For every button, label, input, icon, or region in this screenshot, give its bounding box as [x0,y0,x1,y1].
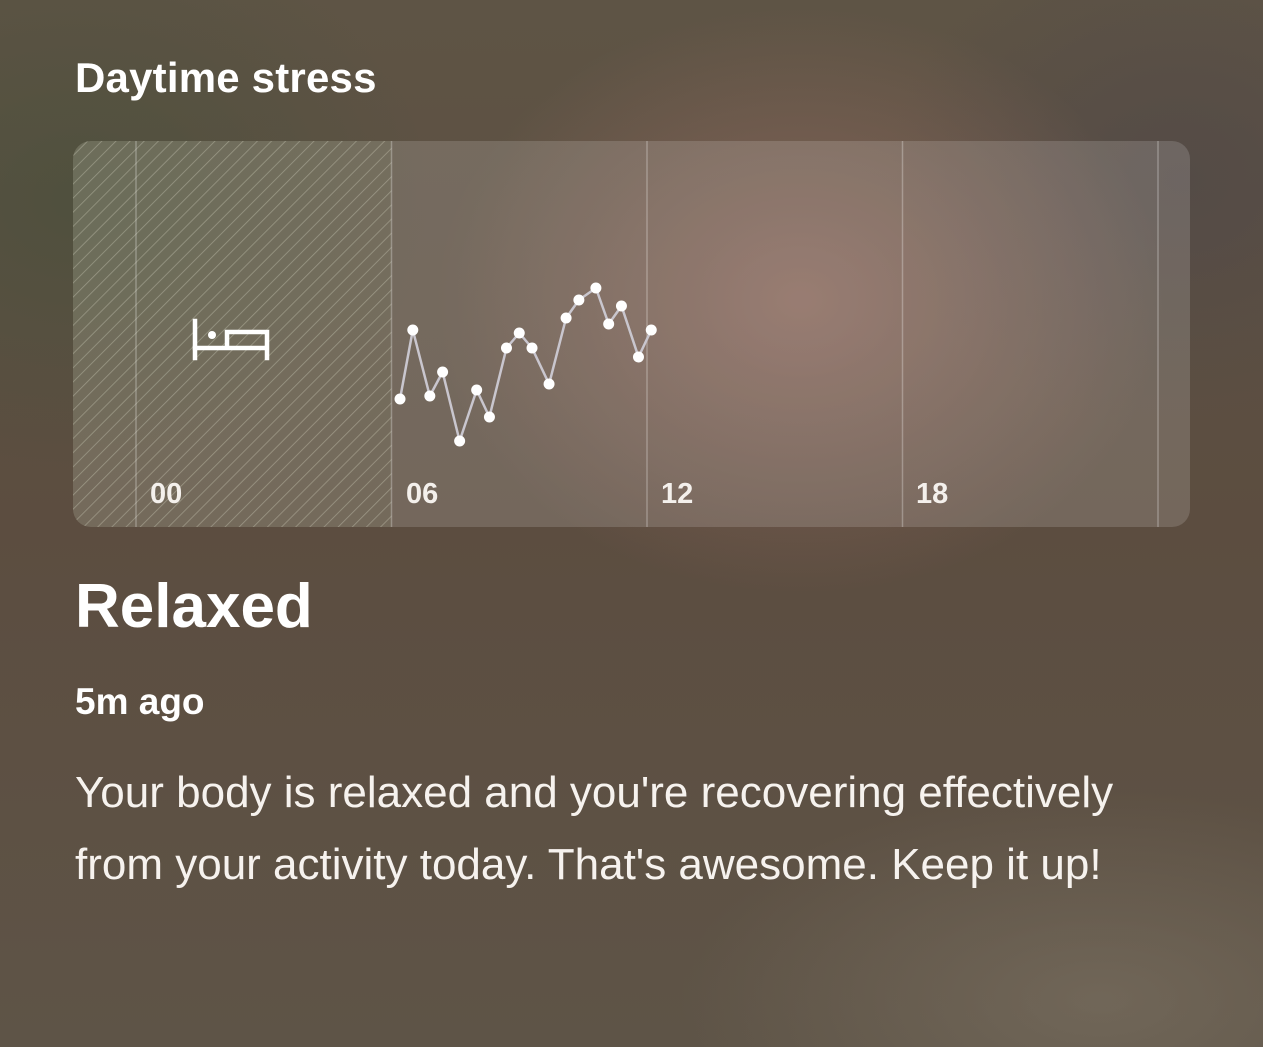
stress-line [398,286,653,443]
stress-point [632,351,644,363]
last-updated: 5m ago [75,681,205,722]
stress-point [543,378,555,390]
stress-point [573,294,585,306]
x-tick-label-1: 06 [406,478,439,510]
stress-chart[interactable]: 00 06 12 18 [73,141,1190,527]
stress-point [615,300,627,312]
stress-chart-svg [73,141,1159,527]
stress-point [603,318,615,330]
stress-point [513,327,525,339]
x-tick-label-0: 00 [150,478,183,510]
stress-point [394,393,406,405]
x-tick-label-2: 12 [661,478,694,510]
stress-point [590,282,602,294]
x-tick-label-3: 18 [916,478,949,510]
status-description: Your body is relaxed and you're recoveri… [75,768,1114,889]
stress-point [471,384,483,396]
stress-status-label: Relaxed [75,572,313,641]
stress-point [407,324,419,336]
stress-point [437,366,449,378]
stress-point [645,324,657,336]
stress-point [560,312,572,324]
stress-point [500,342,512,354]
stress-point [454,435,466,447]
stress-point [483,411,495,423]
stress-point [526,342,538,354]
card-title: Daytime stress [75,54,377,101]
stress-point [424,390,436,402]
